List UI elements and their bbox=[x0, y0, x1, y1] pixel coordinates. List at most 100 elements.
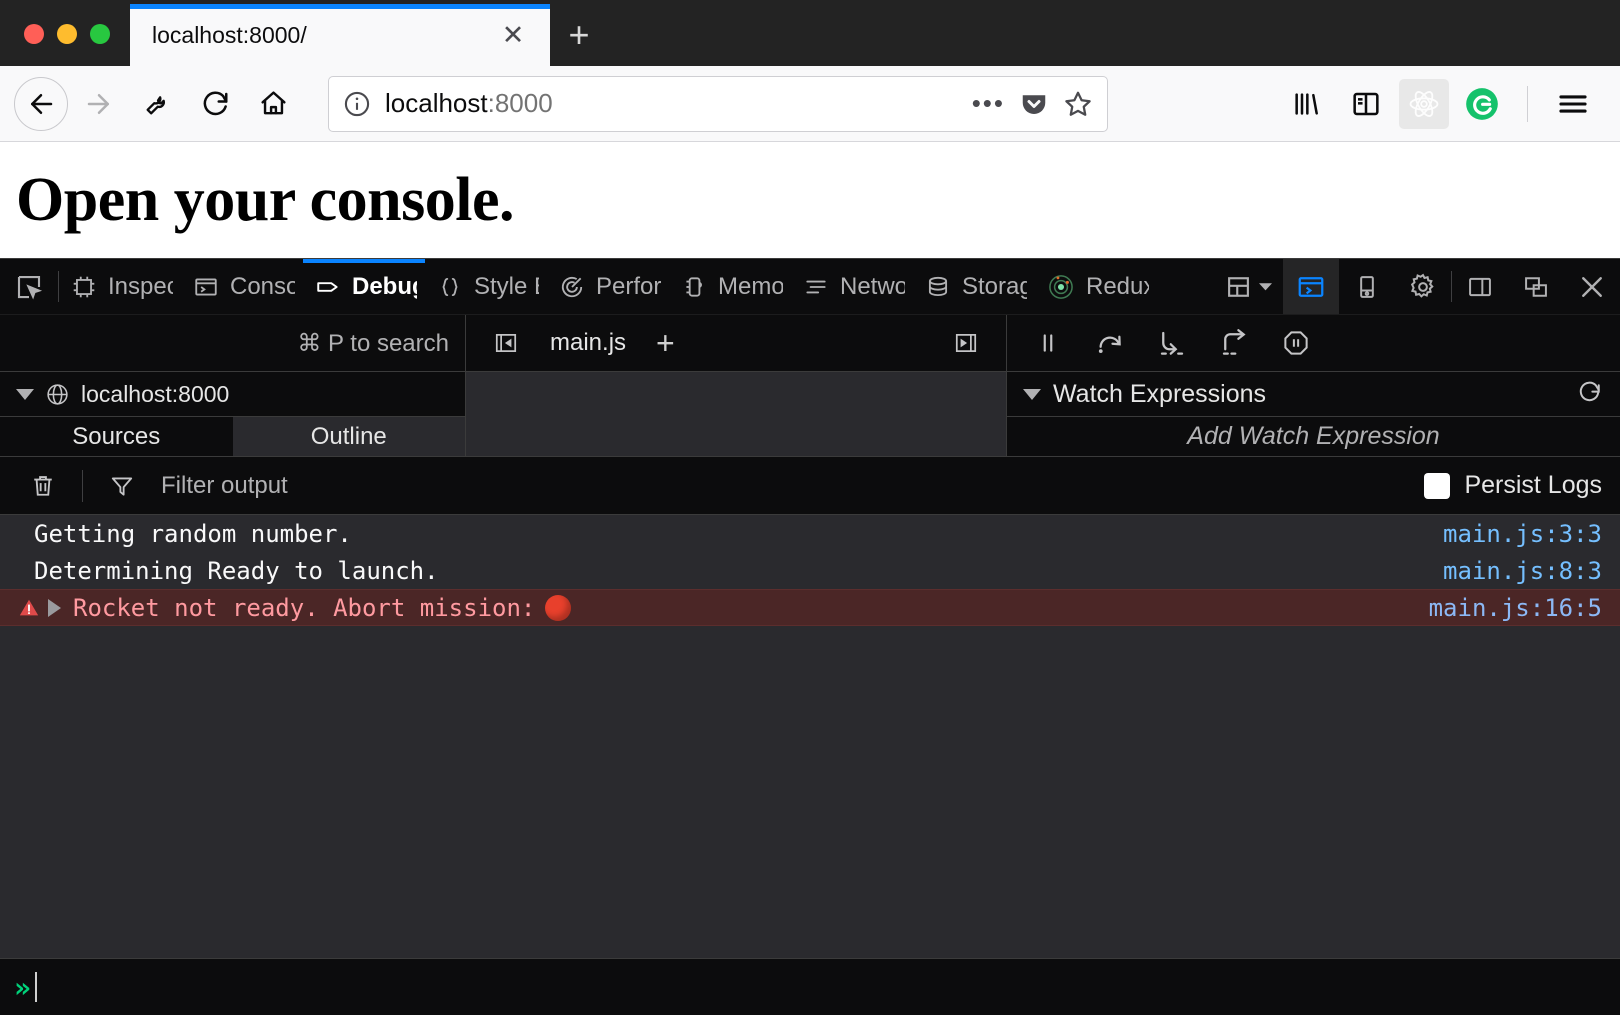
tab-style-editor[interactable]: Style Editor bbox=[425, 259, 547, 314]
chevron-down-icon[interactable] bbox=[16, 388, 34, 400]
window-minimize-button[interactable] bbox=[57, 24, 77, 44]
expand-arrow-icon[interactable] bbox=[48, 598, 61, 617]
console-input-caret bbox=[34, 972, 37, 1002]
tab-memory[interactable]: Memory bbox=[669, 259, 791, 314]
page-content: Open your console. bbox=[0, 142, 1620, 258]
gear-icon[interactable] bbox=[1395, 259, 1451, 314]
url-bar[interactable]: localhost:8000 ••• bbox=[328, 75, 1108, 132]
watch-expressions-header[interactable]: Watch Expressions bbox=[1007, 372, 1620, 417]
url-port: :8000 bbox=[487, 88, 553, 118]
window-close-button[interactable] bbox=[24, 24, 44, 44]
devtools-panel: Inspector Console Debugger Style Editor bbox=[0, 258, 1620, 1015]
debugger-controls bbox=[1007, 315, 1620, 371]
persist-logs-checkbox[interactable] bbox=[1424, 472, 1451, 499]
browser-toolbar-extensions bbox=[1279, 77, 1606, 131]
console-message-source[interactable]: main.js:3:3 bbox=[1443, 520, 1602, 548]
debugger-search-hint[interactable]: ⌘ P to search bbox=[0, 315, 466, 371]
console-message-row[interactable]: Determining Ready to launch. main.js:8:3 bbox=[0, 552, 1620, 589]
storage-icon bbox=[925, 274, 951, 300]
persist-logs-toggle[interactable]: Persist Logs bbox=[1424, 471, 1602, 500]
refresh-icon[interactable] bbox=[1576, 380, 1604, 408]
pocket-icon[interactable] bbox=[1019, 89, 1049, 119]
console-error-source[interactable]: main.js:16:5 bbox=[1429, 594, 1602, 622]
home-icon[interactable] bbox=[246, 77, 300, 131]
console-error-row[interactable]: Rocket not ready. Abort mission: main.js… bbox=[0, 589, 1620, 626]
resume-pause-button[interactable] bbox=[1025, 320, 1071, 366]
source-tree-root[interactable]: localhost:8000 bbox=[0, 372, 465, 416]
hamburger-menu-icon[interactable] bbox=[1546, 77, 1600, 131]
pause-on-exceptions-button[interactable] bbox=[1273, 320, 1319, 366]
console-prompt-icon: » bbox=[14, 970, 31, 1004]
tab-label: Network bbox=[840, 272, 905, 300]
star-icon[interactable] bbox=[1063, 89, 1093, 119]
console-message-source[interactable]: main.js:8:3 bbox=[1443, 557, 1602, 585]
memory-icon bbox=[681, 274, 707, 300]
tab-storage[interactable]: Storage bbox=[913, 259, 1035, 314]
filter-output-input[interactable]: Filter output bbox=[147, 472, 288, 500]
step-out-button[interactable] bbox=[1211, 320, 1257, 366]
add-editor-tab-button[interactable]: + bbox=[644, 327, 687, 359]
console-error-message: Rocket not ready. Abort mission: bbox=[73, 593, 536, 622]
browser-navbar: localhost:8000 ••• bbox=[0, 66, 1620, 142]
trash-icon[interactable] bbox=[18, 463, 68, 509]
tab-label: Console bbox=[230, 272, 295, 300]
watch-expressions-title: Watch Expressions bbox=[1053, 379, 1267, 408]
browser-tab[interactable]: localhost:8000/ ✕ bbox=[130, 4, 550, 66]
devtools-toolbar: Inspector Console Debugger Style Editor bbox=[0, 259, 1620, 315]
detach-window-icon[interactable] bbox=[1508, 259, 1564, 314]
responsive-design-mode-icon[interactable] bbox=[1215, 259, 1283, 314]
jump-to-next-icon[interactable] bbox=[940, 321, 992, 365]
element-picker-icon[interactable] bbox=[0, 259, 58, 314]
sidebars-icon[interactable] bbox=[1339, 77, 1393, 131]
source-editor-pane[interactable] bbox=[466, 372, 1007, 456]
subtab-sources[interactable]: Sources bbox=[0, 417, 233, 456]
dock-panel-icon[interactable] bbox=[1452, 259, 1508, 314]
info-circle-icon[interactable] bbox=[343, 90, 371, 118]
split-console-icon[interactable] bbox=[1283, 259, 1339, 314]
reload-icon[interactable] bbox=[188, 77, 242, 131]
grammarly-icon[interactable] bbox=[1455, 77, 1509, 131]
tab-label: Performance bbox=[596, 272, 661, 300]
watch-expressions-pane: Watch Expressions Add Watch Expression bbox=[1007, 372, 1620, 456]
step-in-button[interactable] bbox=[1149, 320, 1195, 366]
window-maximize-button[interactable] bbox=[90, 24, 110, 44]
library-icon[interactable] bbox=[1279, 77, 1333, 131]
tab-console[interactable]: Console bbox=[181, 259, 303, 314]
react-devtools-icon[interactable] bbox=[1399, 78, 1449, 129]
tab-redux[interactable]: Redux bbox=[1035, 259, 1157, 314]
new-tab-button[interactable]: + bbox=[550, 4, 608, 66]
console-message-text: Getting random number. bbox=[34, 519, 352, 548]
warning-triangle-icon bbox=[18, 597, 40, 619]
tab-inspector[interactable]: Inspector bbox=[59, 259, 181, 314]
editor-tab-main-js[interactable]: main.js bbox=[536, 329, 640, 357]
persist-logs-label: Persist Logs bbox=[1464, 471, 1602, 499]
funnel-icon[interactable] bbox=[97, 463, 147, 509]
sources-subtabs: Sources Outline bbox=[0, 416, 465, 456]
jump-to-previous-icon[interactable] bbox=[480, 321, 532, 365]
console-error-text: Rocket not ready. Abort mission: bbox=[73, 593, 572, 622]
close-devtools-icon[interactable] bbox=[1564, 259, 1620, 314]
subtab-outline[interactable]: Outline bbox=[232, 417, 465, 456]
device-icon[interactable] bbox=[1339, 259, 1395, 314]
close-icon[interactable]: ✕ bbox=[494, 16, 532, 54]
add-watch-expression-input[interactable]: Add Watch Expression bbox=[1007, 417, 1620, 456]
console-input-row[interactable]: » bbox=[0, 958, 1620, 1015]
wrench-icon[interactable] bbox=[130, 77, 184, 131]
back-arrow-icon[interactable] bbox=[14, 76, 68, 131]
url-text[interactable]: localhost:8000 bbox=[385, 88, 958, 119]
tab-network[interactable]: Network bbox=[791, 259, 913, 314]
url-host: localhost bbox=[385, 88, 488, 118]
step-over-button[interactable] bbox=[1087, 320, 1133, 366]
page-title: Open your console. bbox=[16, 165, 514, 234]
console-output[interactable]: Getting random number. main.js:3:3 Deter… bbox=[0, 515, 1620, 958]
devtools-toolbar-actions bbox=[1215, 259, 1620, 314]
forward-arrow-icon[interactable] bbox=[72, 77, 126, 131]
page-actions-icon[interactable]: ••• bbox=[972, 88, 1005, 119]
sources-pane: localhost:8000 Sources Outline bbox=[0, 372, 466, 456]
source-tree-root-label: localhost:8000 bbox=[81, 380, 230, 407]
console-message-row[interactable]: Getting random number. main.js:3:3 bbox=[0, 515, 1620, 552]
chevron-down-icon[interactable] bbox=[1023, 388, 1041, 400]
tab-performance[interactable]: Performance bbox=[547, 259, 669, 314]
console-icon bbox=[193, 274, 219, 300]
tab-debugger[interactable]: Debugger bbox=[303, 259, 425, 314]
